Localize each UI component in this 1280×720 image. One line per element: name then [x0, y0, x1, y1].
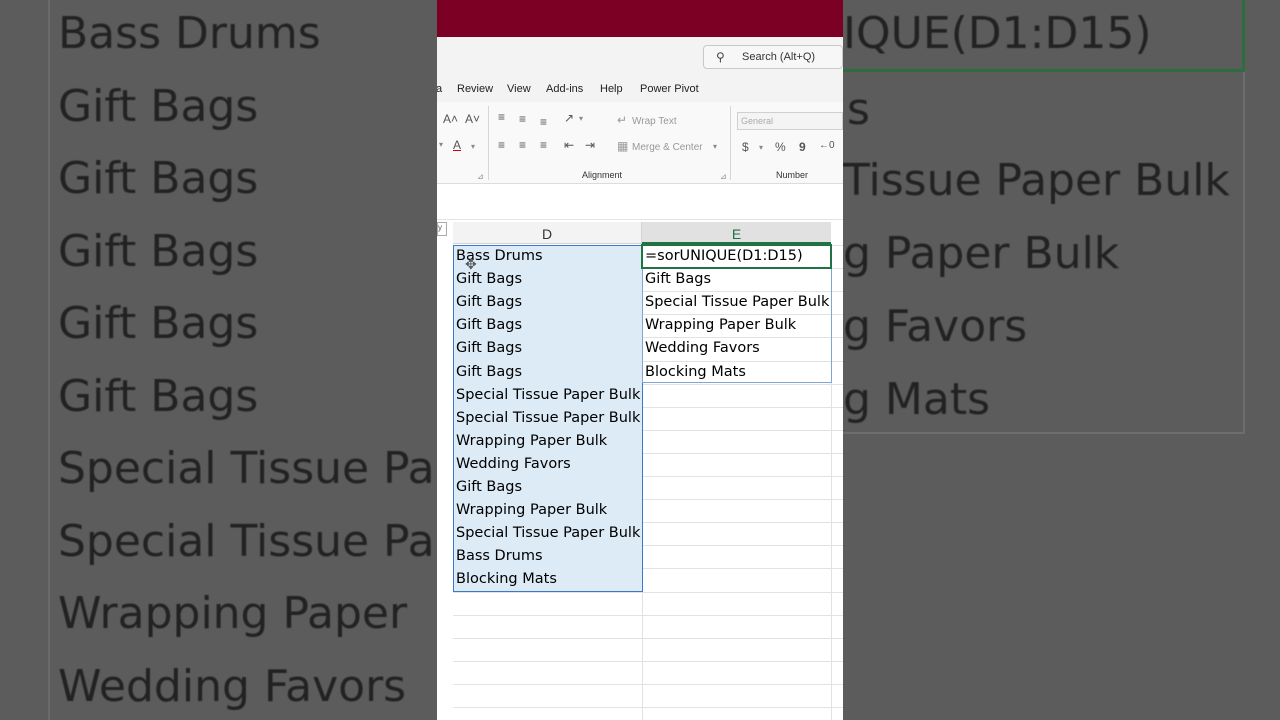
zoom-cell-text: Wedding Favors: [58, 660, 407, 712]
cell-d15[interactable]: Blocking Mats: [453, 568, 642, 591]
zoom-cell-text: Special Tissue Pa: [58, 515, 435, 567]
cell-d3[interactable]: Gift Bags: [453, 291, 642, 314]
cell-e5[interactable]: Wedding Favors: [642, 337, 837, 360]
zoom-cell-text: s: [847, 84, 870, 135]
zoom-cell-text: Tissue Paper Bulk: [843, 155, 1230, 206]
zoom-background-left: Bass Drums Gift Bags Gift Bags Gift Bags Gif…: [0, 0, 437, 720]
zoom-cell-text: g Favors: [843, 301, 1028, 352]
zoom-cell-text: Gift Bags: [58, 225, 259, 277]
row-gridline: [453, 637, 843, 639]
zoom-cell-text: Bass Drums: [58, 8, 321, 59]
cell-e4[interactable]: Wrapping Paper Bulk: [642, 314, 837, 337]
mouse-cursor-icon: ✥: [465, 256, 477, 272]
zoom-cell-text: Gift Bags: [58, 298, 259, 349]
cell-d9[interactable]: Wrapping Paper Bulk: [453, 430, 642, 453]
cell-d2[interactable]: Gift Bags: [453, 268, 642, 291]
row-gridline: [453, 614, 843, 616]
cell-d4[interactable]: Gift Bags: [453, 314, 642, 337]
cell-e3[interactable]: Special Tissue Paper Bulk: [642, 291, 837, 314]
zoom-cell-text: Special Tissue Pa: [58, 443, 435, 494]
cell-d10[interactable]: Wedding Favors: [453, 453, 642, 476]
cell-e1[interactable]: =sorUNIQUE(D1:D15): [642, 245, 837, 268]
row-gridline: [453, 683, 843, 685]
cell-d14[interactable]: Bass Drums: [453, 545, 642, 568]
row-gridline: [453, 707, 843, 708]
zoom-cell-text: g Paper Bulk: [843, 228, 1120, 279]
zoom-background-right: IQUE(D1:D15) s Tissue Paper Bulk g Paper Bu…: [843, 0, 1280, 720]
zoom-cell-text: Gift Bags: [58, 153, 259, 204]
cell-d8[interactable]: Special Tissue Paper Bulk: [453, 407, 642, 430]
zoom-gridline: [48, 0, 50, 720]
zoom-cell-text: g Mats: [843, 374, 991, 425]
cell-d6[interactable]: Gift Bags: [453, 361, 642, 384]
cell-d7[interactable]: Special Tissue Paper Bulk: [453, 384, 642, 407]
cell-d13[interactable]: Special Tissue Paper Bulk: [453, 522, 642, 545]
zoom-cell-text: IQUE(D1:D15): [843, 8, 1152, 59]
cell-d5[interactable]: Gift Bags: [453, 337, 642, 360]
cell-e6[interactable]: Blocking Mats: [642, 361, 837, 384]
row-gridline: [453, 660, 843, 662]
zoom-cell-text: Gift Bags: [58, 370, 259, 422]
cell-d1[interactable]: Bass Drums: [453, 245, 642, 268]
sheet-grid: Bass Drums Gift Bags Gift Bags Gift Bags Gif…: [437, 0, 843, 720]
zoom-cell-text: Gift Bags: [58, 80, 259, 132]
cell-e2[interactable]: Gift Bags: [642, 268, 837, 291]
cell-d12[interactable]: Wrapping Paper Bulk: [453, 499, 642, 522]
zoom-cell-text: Wrapping Paper: [58, 588, 408, 639]
cell-d11[interactable]: Gift Bags: [453, 476, 642, 499]
